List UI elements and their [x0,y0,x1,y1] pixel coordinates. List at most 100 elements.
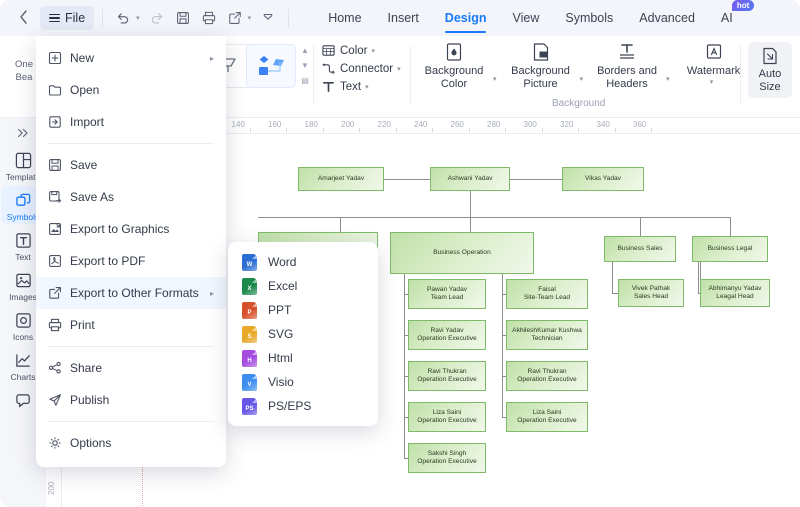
more-options-icon[interactable] [256,6,280,30]
menu-item-save[interactable]: Save [36,149,226,181]
undo-icon[interactable] [111,6,135,30]
org-connector [404,274,405,458]
auto-size-button[interactable]: Auto Size [748,42,792,98]
undo-dropdown-caret[interactable]: ▾ [136,14,140,22]
org-node[interactable]: Sakshi Singh Operation Executive [408,443,486,473]
menu-item-export-to-pdf[interactable]: Export to PDF [36,245,226,277]
sidebar-expand-button[interactable] [16,122,30,144]
ribbon-divider-2 [410,46,411,104]
export-item-excel[interactable]: X Excel [228,274,378,298]
menu-item-share[interactable]: Share [36,352,226,384]
connector-caret[interactable]: ▾ [397,65,401,73]
bg-pic-l1: Background [511,65,570,77]
tab-symbols[interactable]: Symbols [552,1,626,35]
org-node[interactable]: Vikas Yadav [562,167,644,191]
export-item-html[interactable]: H Html [228,346,378,370]
borders-headers-caret[interactable]: ▾ [666,75,670,83]
export-item-ppt[interactable]: P PPT [228,298,378,322]
text-box-icon [12,229,34,251]
export-item-label: Word [268,255,297,269]
org-node-label: Abhimanyu Yadav [708,284,762,292]
color-caret[interactable]: ▾ [371,47,375,55]
shape-style-preview-2[interactable] [246,44,296,88]
ruler-tick-h: 140 [231,120,245,129]
icons-icon [12,309,34,331]
org-node[interactable]: Ravi Thukran Operation Executive [506,361,588,391]
org-node[interactable]: Abhimanyu Yadav Leagal Head [700,279,770,307]
menu-item-print[interactable]: Print [36,309,226,341]
background-color-button[interactable]: Background Color [416,42,492,91]
export-graphics-icon [48,222,70,236]
menu-item-import[interactable]: Import [36,106,226,138]
scroll-down-icon[interactable]: ▼ [301,61,309,70]
menu-item-label: Save [70,158,98,172]
menu-item-label: Print [70,318,95,332]
org-node[interactable]: Liza Saini Operation Executive [506,402,588,432]
redo-icon[interactable] [145,6,169,30]
tab-design[interactable]: Design [432,1,500,35]
org-connector [640,217,641,236]
org-node[interactable]: Vivek Pathak Sales Head [618,279,684,307]
print-icon[interactable] [197,6,221,30]
tab-insert[interactable]: Insert [375,1,432,35]
export-item-visio[interactable]: V Visio [228,370,378,394]
export-item-word[interactable]: W Word [228,250,378,274]
menu-item-open[interactable]: Open [36,74,226,106]
menu-item-export-to-graphics[interactable]: Export to Graphics [36,213,226,245]
save-as-icon [48,190,70,204]
tab-ai[interactable]: AI hot [708,0,755,35]
org-node[interactable]: Ravi Yadav Operation Executive [408,320,486,350]
org-node[interactable]: Business Legal [692,236,768,262]
text-button[interactable]: Text ▾ [322,80,404,93]
background-color-caret[interactable]: ▾ [493,75,497,83]
org-node[interactable]: Business Sales [604,236,676,262]
org-node-label: Operation Executive [417,417,477,424]
menu-item-new[interactable]: New ▸ [36,42,226,74]
background-picture-caret[interactable]: ▾ [580,75,584,83]
gear-icon [48,436,70,450]
ruler-tick-h: 160 [268,120,282,129]
connector-button[interactable]: Connector ▾ [322,62,404,75]
org-node[interactable]: Faisal Site-Team Lead [506,279,588,309]
tab-view[interactable]: View [499,1,552,35]
menu-item-save-as[interactable]: Save As [36,181,226,213]
scroll-expand-icon[interactable]: ▤ [301,76,309,85]
watermark-caret[interactable]: ▾ [710,78,714,86]
org-node[interactable]: Ashwani Yadav [430,167,510,191]
export-pdf-icon [48,254,70,268]
watermark-icon [706,44,721,59]
ruler-minor-tick [286,128,287,132]
org-node[interactable]: Amarjeet Yadav [298,167,384,191]
file-menu-button[interactable]: File [40,6,95,30]
org-node[interactable]: Pawan Yadav Team Lead [408,279,486,309]
borders-headers-button[interactable]: Borders and Headers [589,42,665,91]
save-icon[interactable] [171,6,195,30]
folder-icon [48,83,70,97]
ruler-minor-tick [395,128,397,132]
tab-advanced[interactable]: Advanced [626,1,708,35]
ruler-tick-h: 180 [304,120,318,129]
text-caret[interactable]: ▾ [365,83,369,91]
background-picture-button[interactable]: Background Picture [503,42,579,91]
org-node[interactable]: AkhileshKumar Kushwa Technician [506,320,588,350]
org-node[interactable]: Ravi Thukran Operation Executive [408,361,486,391]
export-item-ps-eps[interactable]: PS PS/EPS [228,394,378,418]
scroll-up-icon[interactable]: ▲ [301,46,309,55]
auto-size-icon [763,47,777,65]
menu-item-label: Publish [70,393,110,407]
shape-gallery-scroll[interactable]: ▲ ▼ ▤ [298,46,312,85]
tab-home[interactable]: Home [315,1,374,35]
menu-item-publish[interactable]: Publish [36,384,226,416]
back-button[interactable] [10,9,36,27]
share-dropdown-caret[interactable]: ▾ [248,14,252,22]
export-item-svg[interactable]: S SVG [228,322,378,346]
image-icon [12,269,34,291]
menu-item-label: Open [70,83,100,97]
org-node[interactable]: Business Operation [390,232,534,274]
share-icon[interactable] [223,6,247,30]
ruler-minor-tick [614,128,616,132]
color-button[interactable]: Color ▾ [322,44,404,57]
org-node[interactable]: Liza Saini Operation Executive [408,402,486,432]
menu-item-options[interactable]: Options [36,427,226,459]
menu-item-export-to-other-formats[interactable]: Export to Other Formats ▸ [36,277,226,309]
